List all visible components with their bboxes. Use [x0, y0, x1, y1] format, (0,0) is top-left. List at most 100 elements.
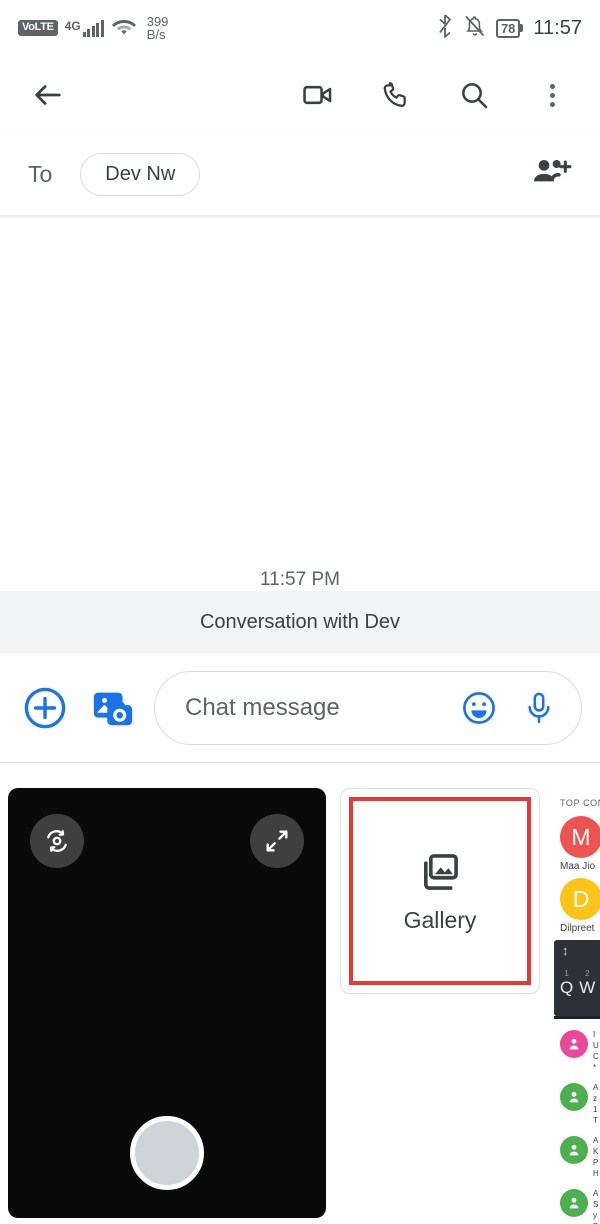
expand-camera-button[interactable] [250, 814, 304, 868]
top-contact-item[interactable]: M Maa Jio [560, 816, 600, 872]
avatar: D [560, 878, 600, 920]
contact-line: z [593, 1094, 597, 1103]
contact-text: A K P H [593, 1136, 599, 1178]
contact-line: P [593, 1158, 599, 1167]
avatar [560, 1083, 588, 1111]
data-rate-indicator: 399 B/s [147, 15, 169, 41]
overflow-menu-icon [549, 83, 555, 107]
contact-line: U [593, 1041, 599, 1050]
avatar [560, 1189, 588, 1217]
camera-preview[interactable] [8, 788, 326, 1218]
emoji-button[interactable] [457, 686, 501, 730]
add-people-button[interactable] [532, 156, 572, 193]
person-icon [569, 1091, 579, 1103]
voice-call-button[interactable] [370, 69, 422, 121]
battery-indicator: 78 [495, 18, 524, 38]
key-number: 2 [585, 969, 590, 978]
contact-text: A S y D [593, 1189, 599, 1224]
phone-screen: VoLTE 4G 399 B/s 78 11:57 To Dev Nw 11:5… [0, 0, 600, 1224]
list-item[interactable]: A K P H [560, 1136, 600, 1178]
app-toolbar [0, 56, 600, 134]
conversation-area: 11:57 PM Conversation with Dev [0, 216, 600, 653]
voice-message-button[interactable] [517, 686, 561, 730]
contact-line: T [593, 1116, 598, 1125]
contact-line: C [593, 1052, 599, 1061]
gallery-card-content: Gallery [403, 849, 477, 934]
list-item[interactable]: A S y D [560, 1189, 600, 1224]
keyboard-peek[interactable]: ↕ 1 Q 2 W [554, 940, 600, 1016]
keyboard-expand-icon[interactable]: ↕ [562, 944, 600, 957]
gallery-label: Gallery [403, 906, 477, 933]
top-contacts-title: TOP CONTA [560, 798, 600, 808]
shutter-button[interactable] [130, 1116, 204, 1190]
arrow-left-icon [35, 85, 61, 105]
gallery-icon [423, 853, 458, 890]
key-number: 1 [564, 969, 569, 978]
chat-message-input[interactable]: Chat message [154, 670, 582, 745]
add-attachment-button[interactable] [18, 681, 72, 735]
conversation-banner: Conversation with Dev [0, 591, 600, 653]
panel-divider [554, 1016, 600, 1019]
avatar [560, 1030, 588, 1058]
status-bar: VoLTE 4G 399 B/s 78 11:57 [0, 0, 600, 56]
person-icon [569, 1144, 579, 1156]
keyboard-key-q[interactable]: 1 Q [560, 969, 573, 998]
battery-level-label: 78 [495, 18, 521, 38]
toolbar-actions [292, 69, 578, 121]
contact-text: A z 1 T [593, 1083, 598, 1125]
add-person-icon [534, 160, 572, 182]
top-contact-name: Dilpreet [560, 923, 595, 934]
contact-line: A [593, 1189, 599, 1198]
avatar: M [560, 816, 600, 858]
contact-line: * [593, 1063, 597, 1072]
contact-line: I [593, 1030, 596, 1039]
expand-arrows-icon [266, 830, 288, 852]
network-type-label: 4G [64, 19, 81, 33]
recipient-chip[interactable]: Dev Nw [80, 153, 201, 196]
more-options-button[interactable] [526, 69, 578, 121]
emoji-smile-icon [463, 691, 495, 724]
keyboard-key-w[interactable]: 2 W [579, 969, 596, 998]
message-timestamp: 11:57 PM [260, 569, 340, 590]
volte-badge: VoLTE [18, 20, 58, 36]
top-contact-item[interactable]: D Dilpreet [560, 878, 600, 934]
to-label: To [28, 161, 53, 187]
plus-circle-icon [24, 687, 66, 728]
bluetooth-icon [436, 13, 454, 43]
video-camera-icon [303, 85, 332, 105]
search-button[interactable] [448, 69, 500, 121]
compose-bar: Chat message [0, 653, 600, 763]
camera-flip-icon [47, 830, 67, 852]
contact-text: I U C * [593, 1030, 599, 1072]
signal-bars-icon [82, 19, 104, 37]
search-icon [462, 83, 488, 109]
wifi-icon [111, 16, 137, 41]
status-bar-right: 78 11:57 [436, 13, 582, 43]
contact-line: H [593, 1169, 599, 1178]
key-letter: W [579, 978, 596, 997]
photo-camera-icon [93, 692, 133, 725]
gallery-card[interactable]: Gallery [340, 788, 540, 994]
switch-camera-button[interactable] [30, 814, 84, 868]
back-button[interactable] [22, 69, 74, 121]
top-contact-name: Maa Jio [560, 861, 596, 872]
contact-line: S [593, 1200, 599, 1209]
photos-camera-toggle[interactable] [86, 681, 140, 735]
data-rate-unit: B/s [146, 27, 166, 42]
contact-line: 1 [593, 1105, 598, 1114]
peek-panel: TOP CONTA M Maa Jio D Dilpreet ↕ 1 Q 2 [554, 788, 600, 1224]
contact-line: A [593, 1136, 599, 1145]
video-call-button[interactable] [292, 69, 344, 121]
attachment-panel: Gallery TOP CONTA M Maa Jio D Dilpreet ↕… [0, 784, 600, 1224]
contact-line: A [593, 1083, 599, 1092]
avatar [560, 1136, 588, 1164]
list-item[interactable]: I U C * [560, 1030, 600, 1072]
person-icon [569, 1038, 579, 1050]
microphone-icon [528, 692, 550, 723]
recipient-row: To Dev Nw [0, 134, 600, 216]
contact-line: y [593, 1211, 597, 1220]
keyboard-row: 1 Q 2 W [560, 969, 600, 998]
list-item[interactable]: A z 1 T [560, 1083, 600, 1125]
chat-message-placeholder: Chat message [185, 693, 340, 721]
notifications-muted-icon [464, 14, 486, 43]
